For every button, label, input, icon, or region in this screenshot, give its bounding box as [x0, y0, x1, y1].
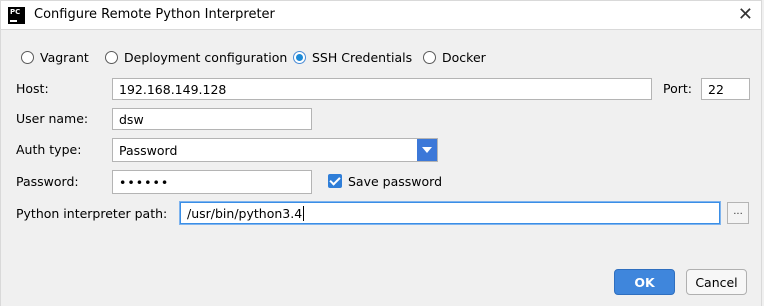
password-value: •••••• [119, 174, 170, 190]
authtype-value: Password [119, 143, 178, 158]
radio-deployment-configuration[interactable]: Deployment configuration [105, 48, 287, 66]
app-icon-text: PC [10, 8, 21, 16]
radio-label-vagrant: Vagrant [40, 49, 89, 65]
username-value: dsw [119, 111, 144, 127]
password-input[interactable]: •••••• [112, 170, 312, 194]
port-value: 22 [708, 81, 724, 97]
password-label: Password: [16, 174, 79, 189]
radio-docker[interactable]: Docker [423, 48, 486, 66]
radio-label-deployment: Deployment configuration [124, 49, 288, 65]
port-input[interactable]: 22 [701, 78, 750, 100]
cancel-button[interactable]: Cancel [686, 269, 747, 295]
save-password-label: Save password [348, 174, 443, 189]
authtype-select[interactable]: Password [112, 138, 438, 162]
interpreter-path-input[interactable]: /usr/bin/python3.4 [180, 202, 720, 224]
username-input[interactable]: dsw [112, 108, 312, 130]
ok-button[interactable]: OK [614, 269, 675, 295]
port-label: Port: [663, 81, 692, 96]
radio-label-docker: Docker [442, 49, 486, 65]
radio-label-ssh: SSH Credentials [312, 49, 413, 65]
host-label: Host: [16, 81, 49, 96]
pycharm-icon: PC [8, 7, 25, 24]
radio-selected-icon [293, 50, 306, 64]
radio-button-icon [105, 50, 118, 64]
authtype-label: Auth type: [16, 142, 82, 157]
radio-ssh-credentials[interactable]: SSH Credentials [293, 48, 412, 66]
chevron-down-icon[interactable] [417, 139, 437, 161]
username-label: User name: [16, 111, 89, 126]
radio-button-icon [21, 50, 34, 64]
save-password-checkbox[interactable] [328, 174, 342, 188]
host-value: 192.168.149.128 [119, 81, 227, 97]
host-input[interactable]: 192.168.149.128 [112, 78, 652, 100]
browse-button[interactable]: ... [727, 202, 749, 224]
title-bar: PC Configure Remote Python Interpreter ✕ [0, 0, 762, 30]
text-caret [303, 205, 305, 221]
radio-button-icon [423, 50, 436, 64]
interpreter-path-value: /usr/bin/python3.4 [187, 205, 303, 221]
close-icon[interactable]: ✕ [738, 3, 753, 27]
window-title: Configure Remote Python Interpreter [34, 7, 275, 22]
radio-vagrant[interactable]: Vagrant [21, 48, 89, 66]
interpreter-path-label: Python interpreter path: [16, 206, 168, 221]
